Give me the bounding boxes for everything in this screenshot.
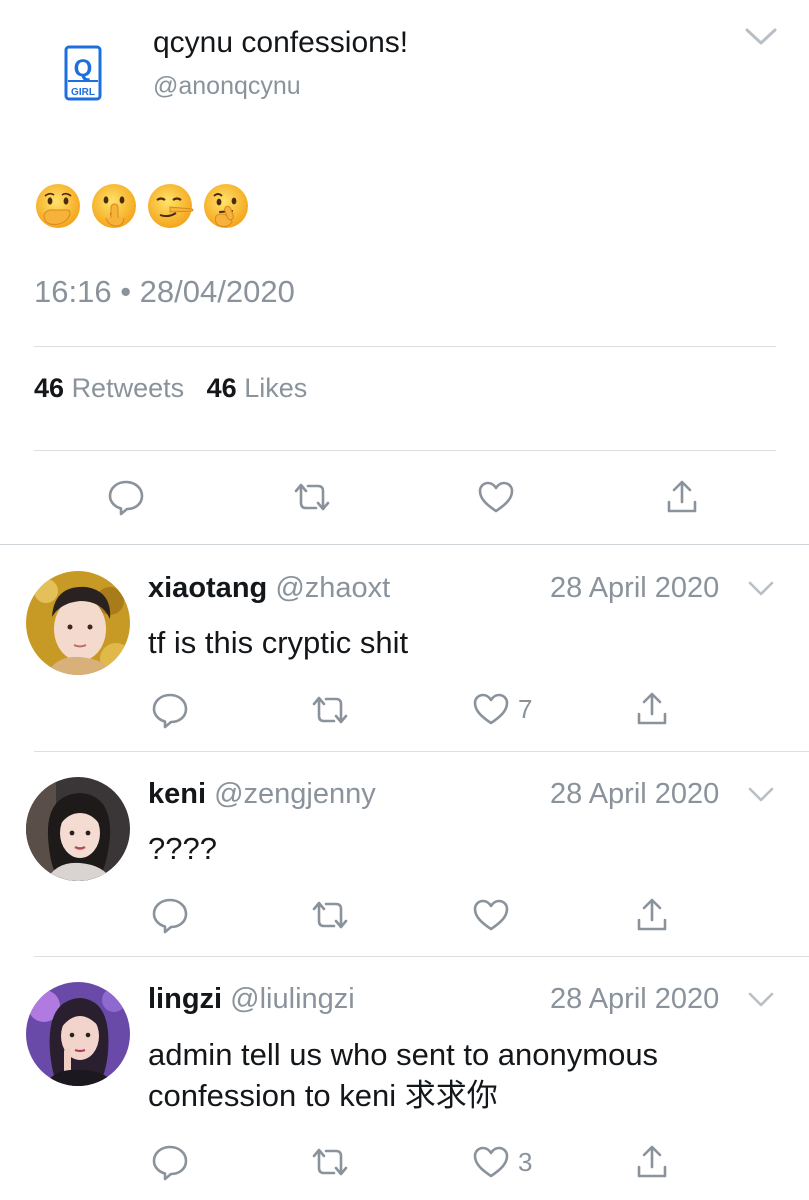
share-icon: [637, 1145, 667, 1178]
share-icon: [637, 898, 667, 931]
reply-icon: [152, 898, 188, 934]
reply-date[interactable]: 28 April 2020: [550, 983, 719, 1016]
reply-author[interactable]: keni @zengjenny: [148, 778, 376, 811]
likes-count: 46: [206, 373, 237, 403]
reply-author[interactable]: lingzi @liulingzi: [148, 983, 355, 1016]
reply-date[interactable]: 28 April 2020: [550, 572, 719, 605]
chevron-down-icon[interactable]: [747, 991, 775, 1009]
reply-author-name: xiaotang: [148, 572, 268, 604]
chevron-down-icon[interactable]: [747, 786, 775, 804]
avatar[interactable]: [26, 777, 130, 881]
retweets-count: 46: [34, 373, 65, 403]
reply-icon: [108, 480, 144, 516]
retweets-label: Retweets: [71, 373, 185, 403]
retweet-button[interactable]: [310, 694, 350, 726]
face-with-hand-over-mouth-icon: [36, 184, 80, 228]
divider: [34, 450, 776, 451]
logo-word: GIRL: [71, 87, 95, 98]
reply-text: tf is this cryptic shit: [148, 625, 409, 660]
share-button[interactable]: [634, 896, 670, 934]
reply-icon: [152, 1145, 188, 1181]
reply-button[interactable]: [107, 478, 145, 516]
avatar[interactable]: [26, 982, 130, 1086]
divider: [34, 346, 776, 347]
like-button[interactable]: [477, 480, 515, 514]
likes-stat[interactable]: 46 Likes: [207, 373, 308, 403]
reply-text: admin tell us who sent to anonymous conf…: [148, 1037, 659, 1113]
heart-icon: [473, 693, 509, 725]
tweet-body-emojis: [34, 182, 250, 232]
reply-author-name: keni: [148, 778, 207, 810]
reply-text: ????: [148, 831, 217, 866]
reply-author-handle: @zengjenny: [214, 778, 376, 810]
divider: [34, 956, 809, 957]
likes-label: Likes: [244, 373, 308, 403]
like-count: 7: [518, 693, 533, 724]
chevron-down-icon[interactable]: [747, 580, 775, 598]
tweet-stats: 46 Retweets 46 Likes: [34, 373, 307, 404]
shushing-face-icon: [92, 184, 136, 228]
heart-icon: [473, 1146, 509, 1178]
like-count: 3: [518, 1146, 533, 1177]
chevron-down-icon[interactable]: [744, 26, 778, 48]
like-button[interactable]: 7: [472, 692, 532, 726]
reply-button[interactable]: [151, 1143, 189, 1181]
reply-date[interactable]: 28 April 2020: [550, 778, 719, 811]
tweet-author-handle[interactable]: @anonqcynu: [153, 72, 301, 101]
reply-author-handle: @zhaoxt: [275, 572, 391, 604]
tweet-author-name[interactable]: qcynu confessions!: [153, 26, 408, 60]
share-button[interactable]: [634, 690, 670, 728]
retweet-button[interactable]: [310, 1146, 350, 1178]
reply-button[interactable]: [151, 691, 189, 729]
tweet-timestamp[interactable]: 16:16 • 28/04/2020: [34, 274, 295, 310]
lying-face-icon: [148, 184, 194, 228]
heart-icon: [473, 899, 509, 931]
divider: [34, 751, 809, 752]
retweet-button[interactable]: [310, 899, 350, 931]
thinking-face-icon: [204, 184, 248, 228]
share-icon: [667, 480, 697, 513]
like-button[interactable]: 3: [472, 1145, 532, 1179]
retweets-stat[interactable]: 46 Retweets: [34, 373, 184, 403]
share-button[interactable]: [634, 1143, 670, 1181]
heart-icon: [478, 481, 514, 513]
retweet-icon: [294, 483, 330, 511]
logo-letter: Q: [74, 55, 93, 82]
retweet-button[interactable]: [292, 481, 332, 513]
retweet-icon: [312, 696, 348, 724]
avatar[interactable]: [26, 571, 130, 675]
retweet-icon: [312, 901, 348, 929]
section-divider: [0, 544, 809, 545]
share-button[interactable]: [664, 478, 700, 516]
like-button[interactable]: [472, 898, 518, 932]
account-avatar[interactable]: Q GIRL: [64, 45, 102, 101]
share-icon: [637, 692, 667, 725]
retweet-icon: [312, 1148, 348, 1176]
reply-author-handle: @liulingzi: [230, 983, 355, 1015]
reply-button[interactable]: [151, 896, 189, 934]
reply-author[interactable]: xiaotang @zhaoxt: [148, 572, 390, 605]
reply-author-name: lingzi: [148, 983, 223, 1015]
reply-icon: [152, 693, 188, 729]
